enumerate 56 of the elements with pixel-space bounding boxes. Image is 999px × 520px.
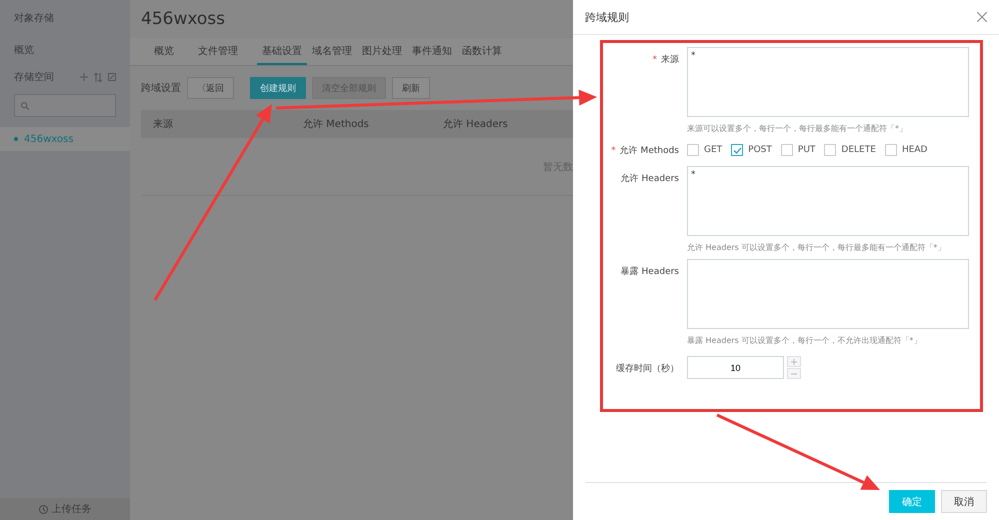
tab[interactable]: 域名管理: [307, 38, 357, 65]
tab[interactable]: 概览: [149, 38, 179, 65]
tab[interactable]: 基础设置: [257, 38, 307, 65]
column-header: 允许 Methods: [303, 118, 370, 131]
plus-icon: [791, 358, 797, 364]
field-label: * 允许 Methods: [610, 144, 679, 157]
checkbox[interactable]: [780, 144, 793, 156]
field-label: 允许 Headers: [620, 172, 679, 185]
field-label: 缓存时间（秒）: [615, 362, 679, 375]
upload-tasks-button[interactable]: 上传任务: [0, 498, 130, 520]
column-header: 来源: [153, 118, 174, 131]
text-area[interactable]: *: [687, 166, 969, 236]
search-icon: [21, 102, 29, 110]
close-icon[interactable]: [977, 12, 987, 22]
column-header: 允许 Headers: [443, 118, 509, 131]
checkbox[interactable]: [687, 144, 699, 156]
checkbox[interactable]: [824, 144, 836, 156]
tab[interactable]: 事件通知: [407, 38, 457, 65]
field-hint: 允许 Headers 可以设置多个，每行一个，每行最多能有一个通配符「*」: [687, 242, 946, 253]
add-icon[interactable]: [80, 73, 88, 81]
text-area[interactable]: [687, 259, 969, 329]
sort-icon[interactable]: [94, 72, 102, 82]
number-field[interactable]: 10: [687, 356, 784, 379]
sidebar-title: 对象存储: [13, 12, 55, 26]
checkbox-label: DELETE: [841, 145, 876, 155]
export-icon[interactable]: [108, 73, 116, 81]
checkbox[interactable]: [884, 144, 897, 156]
section-label: 存储空间: [14, 70, 55, 84]
dialog-title: 跨域规则: [585, 10, 629, 24]
cancel-button[interactable]: 取消: [941, 490, 987, 513]
decrement-button[interactable]: [787, 368, 801, 379]
increment-button[interactable]: [787, 356, 801, 367]
tab[interactable]: 函数计算: [457, 38, 507, 65]
tab[interactable]: 文件管理: [193, 38, 243, 65]
confirm-button[interactable]: 确定: [889, 490, 935, 513]
dot-icon: [14, 137, 18, 141]
checkbox-label: HEAD: [902, 145, 928, 155]
page-title: 456wxoss: [141, 8, 226, 31]
section-label: 跨域设置: [141, 82, 181, 95]
checkbox-label: POST: [748, 145, 772, 155]
overview-link[interactable]: 概览: [0, 36, 130, 64]
field-hint: 暴露 Headers 可以设置多个，每行一个，不允许出现通配符「*」: [687, 335, 922, 346]
search-field[interactable]: [14, 94, 116, 117]
field-hint: 来源可以设置多个，每行一个，每行最多能有一个通配符「*」: [687, 123, 908, 134]
field-label: 暴露 Headers: [620, 266, 679, 278]
checkbox-label: GET: [704, 145, 722, 155]
toolbar-button[interactable]: 刷新: [392, 77, 430, 99]
minus-icon: [791, 370, 797, 376]
checkbox-label: PUT: [798, 145, 816, 155]
checkbox[interactable]: [731, 144, 744, 156]
text-area[interactable]: *: [687, 47, 969, 117]
clock-icon: [38, 504, 48, 514]
tab[interactable]: 图片处理: [357, 38, 407, 65]
back-button[interactable]: 〈返回: [187, 77, 234, 99]
field-label: * 来源: [652, 54, 679, 66]
toolbar-button[interactable]: 创建规则: [250, 77, 306, 99]
